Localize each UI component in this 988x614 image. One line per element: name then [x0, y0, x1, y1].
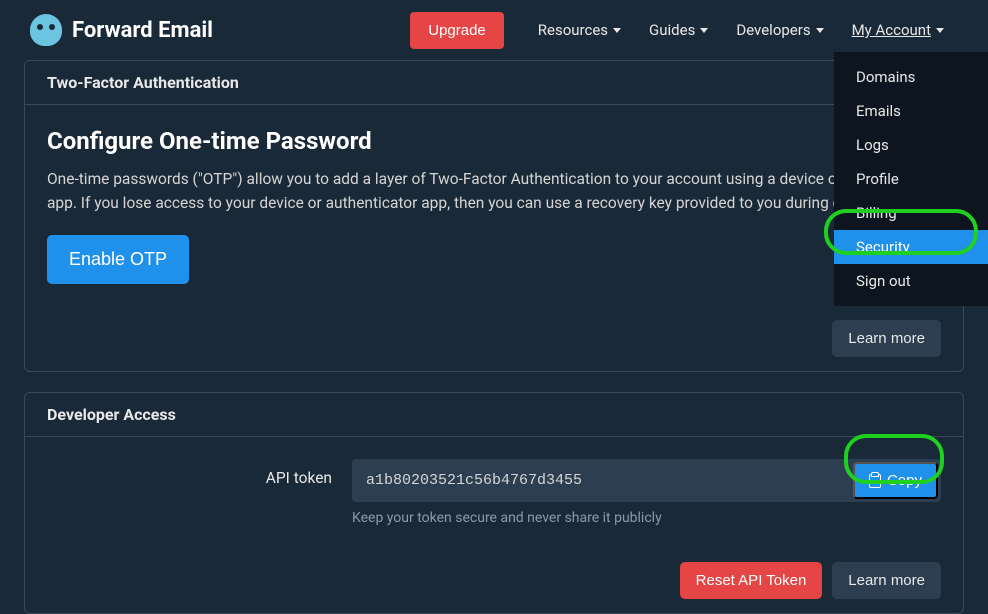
twofa-description: One-time passwords ("OTP") allow you to … — [47, 167, 941, 215]
clipboard-icon — [869, 474, 881, 488]
dev-learn-more-button[interactable]: Learn more — [832, 562, 941, 599]
copy-token-button[interactable]: Copy — [853, 462, 938, 499]
developer-access-card: Developer Access API token Copy Keep — [24, 392, 964, 614]
enable-otp-button[interactable]: Enable OTP — [47, 235, 189, 284]
dropdown-item-emails[interactable]: Emails — [834, 94, 988, 128]
nav-label: Resources — [538, 21, 608, 39]
twofa-learn-more-button[interactable]: Learn more — [832, 320, 941, 357]
caret-down-icon — [613, 28, 621, 33]
account-dropdown: Domains Emails Logs Profile Billing Secu… — [834, 52, 988, 306]
nav-label: Guides — [649, 21, 695, 39]
token-help-text: Keep your token secure and never share i… — [352, 510, 941, 526]
dev-header: Developer Access — [25, 393, 963, 437]
nav-my-account[interactable]: My Account — [838, 13, 958, 47]
dropdown-item-domains[interactable]: Domains — [834, 60, 988, 94]
api-token-label: API token — [47, 459, 332, 487]
dropdown-item-security[interactable]: Security — [834, 230, 988, 264]
nav-guides[interactable]: Guides — [635, 13, 722, 47]
twofa-card: Two-Factor Authentication Configure One-… — [24, 60, 964, 372]
navbar: Forward Email Upgrade Resources Guides D… — [0, 0, 988, 60]
api-token-input-group: Copy — [352, 459, 941, 502]
nav-resources[interactable]: Resources — [524, 13, 635, 47]
twofa-header: Two-Factor Authentication — [25, 61, 963, 105]
caret-down-icon — [700, 28, 708, 33]
caret-down-icon — [816, 28, 824, 33]
dropdown-item-logs[interactable]: Logs — [834, 128, 988, 162]
ghost-logo-icon — [30, 14, 62, 46]
upgrade-button[interactable]: Upgrade — [410, 12, 504, 49]
nav-developers[interactable]: Developers — [722, 13, 837, 47]
reset-api-token-button[interactable]: Reset API Token — [680, 562, 823, 599]
copy-label: Copy — [887, 472, 922, 489]
dropdown-item-signout[interactable]: Sign out — [834, 264, 988, 298]
dropdown-item-profile[interactable]: Profile — [834, 162, 988, 196]
nav-label: Developers — [736, 21, 810, 39]
api-token-input[interactable] — [352, 461, 850, 500]
caret-down-icon — [936, 28, 944, 33]
twofa-title: Configure One-time Password — [47, 127, 941, 155]
brand-area[interactable]: Forward Email — [30, 14, 213, 46]
dropdown-item-billing[interactable]: Billing — [834, 196, 988, 230]
brand-text: Forward Email — [72, 18, 213, 43]
nav-label: My Account — [852, 21, 931, 39]
